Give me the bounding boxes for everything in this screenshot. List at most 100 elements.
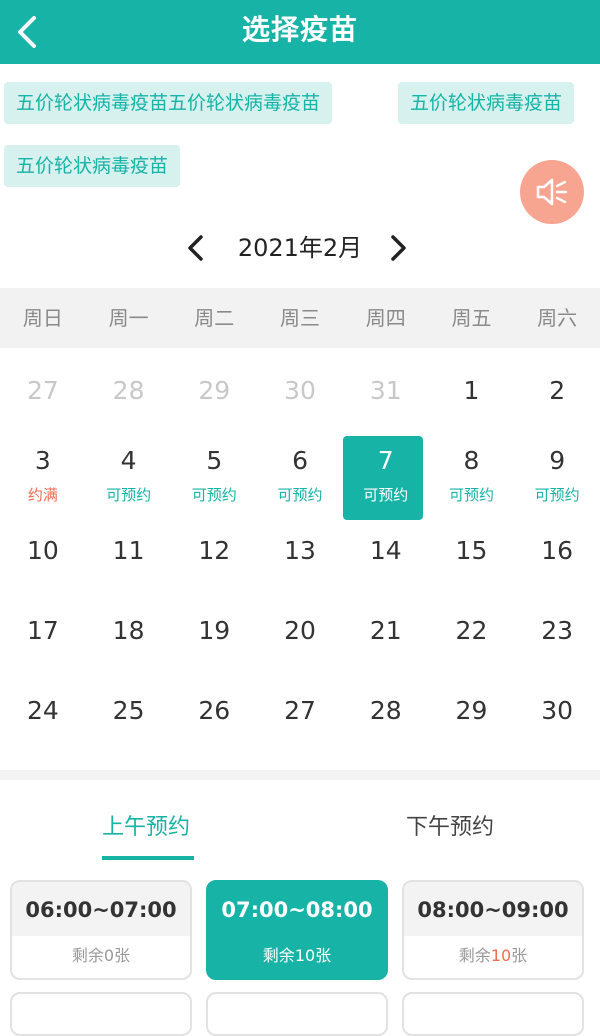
- calendar-day[interactable]: 27: [257, 676, 343, 756]
- weekday-label: 周五: [451, 306, 492, 330]
- calendar-day[interactable]: 8 可预约: [429, 436, 515, 516]
- time-slot-selected[interactable]: 07:00~08:00 剩余10张: [206, 880, 388, 980]
- day-number: 5: [206, 446, 223, 475]
- day-number: 29: [198, 376, 231, 405]
- time-slot[interactable]: [206, 992, 388, 1036]
- slot-time: 06:00~07:00: [12, 882, 190, 936]
- time-slot[interactable]: [402, 992, 584, 1036]
- calendar-day[interactable]: 15: [429, 516, 515, 596]
- calendar-day[interactable]: 28: [343, 676, 429, 756]
- calendar-week: 27 28 29 30 31 1 2: [0, 356, 600, 436]
- day-number: 1: [463, 376, 480, 405]
- calendar-day[interactable]: 6 可预约: [257, 436, 343, 516]
- day-number: 27: [26, 376, 59, 405]
- calendar-day[interactable]: 5 可预约: [171, 436, 257, 516]
- calendar-day[interactable]: 29: [429, 676, 515, 756]
- day-number: 13: [284, 536, 316, 565]
- tab-afternoon[interactable]: 下午预约: [406, 806, 494, 850]
- calendar-week: 24 25 26 27 28 29 30: [0, 676, 600, 756]
- calendar-day[interactable]: 12: [171, 516, 257, 596]
- slot-time: 08:00~09:00: [404, 882, 582, 936]
- calendar-day[interactable]: 25: [86, 676, 172, 756]
- day-status: 可预约: [448, 486, 494, 504]
- calendar-day[interactable]: 23: [514, 596, 600, 676]
- section-divider: [0, 770, 600, 780]
- calendar-day[interactable]: 19: [171, 596, 257, 676]
- day-status-full: 约满: [27, 486, 58, 504]
- day-number: 30: [284, 376, 316, 405]
- day-number: 17: [26, 616, 59, 645]
- next-month-button[interactable]: [380, 230, 416, 266]
- calendar-day[interactable]: 18: [86, 596, 172, 676]
- remain-prefix: 剩余: [458, 946, 491, 965]
- calendar-grid: 27 28 29 30 31 1 2 3 约满 4 可预约 5 可预约 6 可预约 7 可…: [0, 356, 600, 756]
- day-status: 可预约: [277, 486, 323, 504]
- calendar-day: 28: [86, 356, 172, 436]
- month-nav: 2021年2月: [0, 222, 600, 274]
- calendar-day[interactable]: 20: [257, 596, 343, 676]
- time-slot[interactable]: 06:00~07:00 剩余0张: [10, 880, 192, 980]
- day-number: 30: [541, 696, 574, 725]
- calendar-day[interactable]: 4 可预约: [86, 436, 172, 516]
- day-number: 11: [112, 536, 145, 565]
- slot-remaining: 剩余10张: [208, 940, 386, 972]
- day-number: 12: [198, 536, 231, 565]
- remain-count: 0: [103, 946, 115, 965]
- vaccine-tag[interactable]: 五价轮状病毒疫苗: [4, 145, 181, 187]
- vaccine-tag[interactable]: 五价轮状病毒疫苗五价轮状病毒疫苗: [4, 82, 333, 124]
- remain-prefix: 剩余: [262, 946, 295, 965]
- calendar-day[interactable]: 13: [257, 516, 343, 596]
- day-number: 19: [198, 616, 231, 645]
- day-number: 25: [112, 696, 145, 725]
- day-number: 16: [541, 536, 574, 565]
- calendar-day[interactable]: 9 可预约: [514, 436, 600, 516]
- calendar-day[interactable]: 3 约满: [0, 436, 86, 516]
- weekday-label: 周一: [108, 306, 149, 330]
- calendar-day[interactable]: 26: [171, 676, 257, 756]
- calendar-day[interactable]: 30: [514, 676, 600, 756]
- weekday-label: 周日: [22, 306, 63, 330]
- calendar-day[interactable]: 14: [343, 516, 429, 596]
- day-number: 22: [455, 616, 488, 645]
- day-number: 23: [541, 616, 574, 645]
- day-status: 可预约: [191, 486, 237, 504]
- day-number: 7: [377, 446, 394, 475]
- calendar-day-selected[interactable]: 7 可预约: [342, 436, 429, 520]
- day-number: 29: [455, 696, 488, 725]
- speaker-button[interactable]: [520, 160, 584, 224]
- day-number: 31: [369, 376, 402, 405]
- day-status: 可预约: [363, 486, 409, 504]
- calendar-day[interactable]: 17: [0, 596, 86, 676]
- calendar-day[interactable]: 16: [514, 516, 600, 596]
- remain-suffix: 张: [511, 946, 528, 965]
- tab-morning[interactable]: 上午预约: [102, 806, 190, 850]
- calendar-day[interactable]: 10: [0, 516, 86, 596]
- day-number: 6: [292, 446, 308, 475]
- calendar-day[interactable]: 21: [343, 596, 429, 676]
- time-slot[interactable]: [10, 992, 192, 1036]
- day-number: 15: [455, 536, 488, 565]
- calendar-day[interactable]: 11: [86, 516, 172, 596]
- remain-suffix: 张: [114, 946, 131, 965]
- calendar-day: 30: [257, 356, 343, 436]
- day-number: 26: [198, 696, 231, 725]
- weekday-header: 周日 周一 周二 周三 周四 周五 周六: [0, 288, 600, 348]
- calendar-day: 27: [0, 356, 86, 436]
- remain-count: 10: [294, 946, 316, 965]
- day-number: 10: [26, 536, 59, 565]
- page-title: 选择疫苗: [241, 13, 358, 46]
- day-number: 8: [463, 446, 480, 475]
- calendar-day[interactable]: 22: [429, 596, 515, 676]
- calendar-day[interactable]: 1: [429, 356, 515, 436]
- day-number: 20: [284, 616, 316, 645]
- active-tab-underline: [102, 856, 194, 860]
- time-slot[interactable]: 08:00~09:00 剩余10张: [402, 880, 584, 980]
- day-status: 可预约: [534, 486, 580, 504]
- calendar-day[interactable]: 2: [514, 356, 600, 436]
- day-number: 28: [369, 696, 402, 725]
- calendar-week: 17 18 19 20 21 22 23: [0, 596, 600, 676]
- day-number: 27: [284, 696, 316, 725]
- day-number: 14: [369, 536, 402, 565]
- calendar-day[interactable]: 24: [0, 676, 86, 756]
- vaccine-tag[interactable]: 五价轮状病毒疫苗: [398, 82, 575, 124]
